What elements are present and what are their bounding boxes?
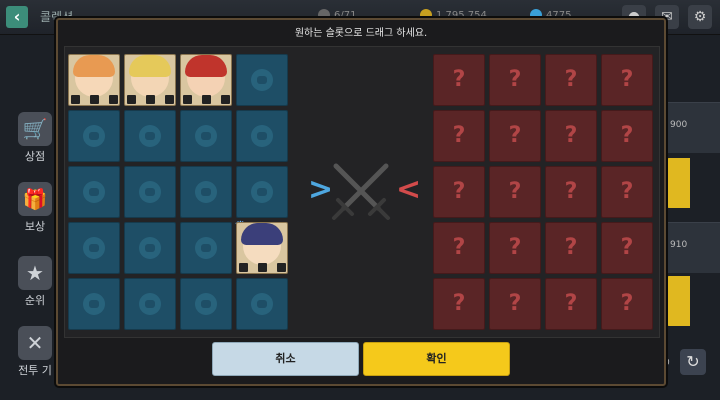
locked-slot[interactable]: ? xyxy=(433,278,485,330)
empty-slot-icon xyxy=(83,293,105,315)
hero-hair xyxy=(241,223,283,245)
locked-slot[interactable]: ? xyxy=(433,110,485,162)
locked-slot[interactable]: ? xyxy=(601,166,653,218)
empty-slot[interactable] xyxy=(236,110,288,162)
element-icon xyxy=(202,95,211,104)
empty-slot-icon xyxy=(195,125,217,147)
locked-slot[interactable]: ? xyxy=(489,110,541,162)
empty-slot[interactable] xyxy=(68,166,120,218)
gear-icon[interactable]: ⚙ xyxy=(688,5,712,29)
empty-slot[interactable] xyxy=(236,54,288,106)
empty-slot-icon xyxy=(251,125,273,147)
back-button[interactable]: ‹ xyxy=(6,6,28,28)
class-icon xyxy=(127,95,136,104)
locked-slot[interactable]: ? xyxy=(489,166,541,218)
empty-slot[interactable] xyxy=(124,278,176,330)
empty-slot-icon xyxy=(83,181,105,203)
element-icon xyxy=(258,263,267,272)
empty-slot[interactable] xyxy=(68,278,120,330)
empty-slot[interactable] xyxy=(180,222,232,274)
hero-slot-red-haired-girl[interactable] xyxy=(180,54,232,106)
rank-icon xyxy=(109,95,118,104)
rank-icon xyxy=(277,263,286,272)
empty-slot[interactable] xyxy=(180,278,232,330)
locked-slot[interactable]: ? xyxy=(545,110,597,162)
empty-slot-icon xyxy=(139,293,161,315)
empty-slot[interactable] xyxy=(236,166,288,218)
empty-slot[interactable] xyxy=(124,222,176,274)
locked-slot[interactable]: ? xyxy=(601,54,653,106)
empty-slot[interactable] xyxy=(68,110,120,162)
locked-slot[interactable]: ? xyxy=(433,54,485,106)
side-menu-battle[interactable]: ✕ 전투 기 xyxy=(10,326,60,386)
chevron-left-icon: < xyxy=(396,172,422,207)
battle-icon: ✕ xyxy=(18,326,52,360)
hero-slot-blonde-knight[interactable] xyxy=(124,54,176,106)
rank-icon xyxy=(165,95,174,104)
right-yellow-button-2[interactable] xyxy=(666,276,690,326)
empty-slot[interactable] xyxy=(236,278,288,330)
right-yellow-button-1[interactable] xyxy=(666,158,690,208)
locked-slot[interactable]: ? xyxy=(433,166,485,218)
locked-slot[interactable]: ? xyxy=(489,54,541,106)
empty-slot-icon xyxy=(83,237,105,259)
empty-slot-icon xyxy=(251,69,273,91)
empty-slot[interactable] xyxy=(124,166,176,218)
locked-slot[interactable]: ? xyxy=(545,278,597,330)
hero-slot-witch-leader[interactable] xyxy=(236,222,288,274)
cancel-button[interactable]: 취소 xyxy=(212,342,359,376)
element-icon xyxy=(146,95,155,104)
empty-slot-icon xyxy=(139,237,161,259)
class-icon xyxy=(71,95,80,104)
side-menu-ranking[interactable]: ★ 순위 xyxy=(10,256,60,316)
hero-hair xyxy=(73,55,115,77)
empty-slot-icon xyxy=(139,125,161,147)
rank-icon xyxy=(221,95,230,104)
locked-slot[interactable]: ? xyxy=(433,222,485,274)
empty-slot-icon xyxy=(251,293,273,315)
empty-slot-icon xyxy=(195,293,217,315)
empty-slot[interactable] xyxy=(180,110,232,162)
crossed-swords-icon xyxy=(332,163,390,220)
element-icon xyxy=(90,95,99,104)
locked-slot[interactable]: ? xyxy=(545,222,597,274)
side-menu-shop[interactable]: 🛒 상점 xyxy=(10,112,60,172)
locked-slot[interactable]: ? xyxy=(545,54,597,106)
class-icon xyxy=(239,263,248,272)
dialog-title: 원하는 슬롯으로 드래그 하세요. xyxy=(294,28,428,39)
locked-slot[interactable]: ? xyxy=(601,278,653,330)
right-value-2: 910 xyxy=(670,240,688,250)
locked-slot[interactable]: ? xyxy=(601,222,653,274)
trophy-icon: ★ xyxy=(18,256,52,290)
empty-slot[interactable] xyxy=(68,222,120,274)
empty-slot-icon xyxy=(195,237,217,259)
hero-hair xyxy=(129,55,171,77)
class-icon xyxy=(183,95,192,104)
empty-slot-icon xyxy=(83,125,105,147)
gift-icon: 🎁 xyxy=(18,182,52,216)
side-menu-reward[interactable]: 🎁 보상 xyxy=(10,182,60,242)
confirm-button[interactable]: 확인 xyxy=(363,342,510,376)
locked-slot[interactable]: ? xyxy=(601,110,653,162)
right-value-1: 900 xyxy=(670,120,688,130)
cart-icon: 🛒 xyxy=(18,112,52,146)
empty-slot[interactable] xyxy=(124,110,176,162)
empty-slot-icon xyxy=(251,181,273,203)
refresh-icon[interactable]: ↻ xyxy=(680,349,706,375)
empty-slot-icon xyxy=(195,181,217,203)
empty-slot[interactable] xyxy=(180,166,232,218)
locked-slot[interactable]: ? xyxy=(489,278,541,330)
locked-slot[interactable]: ? xyxy=(545,166,597,218)
hero-hair xyxy=(185,55,227,77)
locked-slot[interactable]: ? xyxy=(489,222,541,274)
hero-slot-fox-girl[interactable] xyxy=(68,54,120,106)
empty-slot-icon xyxy=(139,181,161,203)
